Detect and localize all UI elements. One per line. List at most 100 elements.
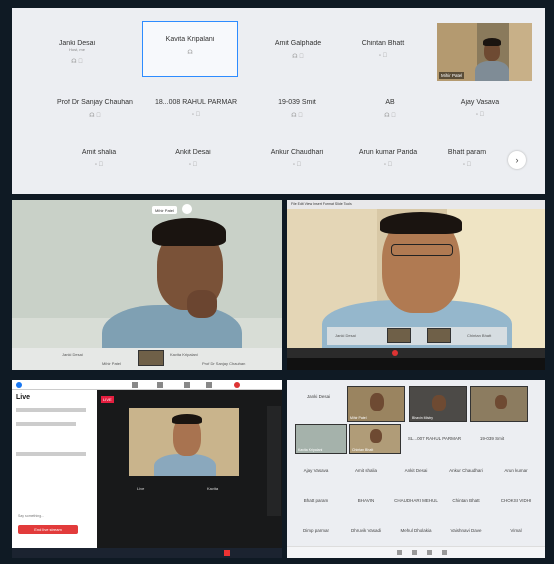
gallery-view: Janki Desai Host, me ☊ ⃠ Kavita Kripalan… [12,8,545,194]
participant-video-tile[interactable]: Mihir Patel [347,386,405,422]
mic-muted-icon: ☊ ⃠ [291,113,303,119]
menu-text: File Edit View Insert Format Slide Tools [291,202,352,206]
camera-icon[interactable] [412,550,417,555]
mic-muted-icon: ☊ ⃠ [384,113,396,119]
participant-tile[interactable]: Janki Desai [291,388,346,420]
video-name-label: Mihir Patel [350,416,367,420]
participant-name: Ankit Desai [404,468,428,473]
video-name-label: Mihir Patel [439,72,465,79]
notification-icon[interactable] [234,382,240,388]
mic-muted-icon: ▫ ⃠ [462,162,472,168]
participant-tile-active[interactable]: Kavita Kripalani ☊ [142,21,238,77]
groups-icon[interactable] [184,382,190,388]
menu-bar[interactable]: File Edit View Insert Format Slide Tools [287,200,545,209]
watch-icon[interactable] [157,382,163,388]
menu-icon[interactable] [206,382,212,388]
participant-name: Amit shalia [354,468,377,473]
live-heading: Live [16,394,31,401]
participant-tile[interactable]: 18...008 RAHUL PARMAR ▫ ⃠ [146,85,246,135]
participant-name: Ajay Vasava [303,468,329,473]
participant-tile[interactable]: Janki Desai Host, me ☊ ⃠ [30,26,124,76]
participant-name: Ankur Chaudhari [449,468,483,473]
mic-muted-icon: ▫ ⃠ [188,162,198,168]
participant-video-tile[interactable]: Bhavin Mistry [409,386,467,422]
participant-name: Bhatt param [303,498,329,503]
participant-name: Chintan Bhatt [361,40,405,47]
mic-muted-icon: ▫ ⃠ [292,162,302,168]
participant-tile[interactable]: Amit Galphade ☊ ⃠ [251,26,345,76]
taskbar [287,348,545,358]
meeting-toolbar [287,546,545,558]
mic-icon: ☊ [187,50,193,56]
participant-video-tile[interactable]: Mihir Patel [437,23,532,81]
participant-name: CHOKSI VIDHI [500,498,532,503]
close-icon[interactable] [182,204,192,214]
stream-stat-left: Live [137,486,145,491]
taskbar [12,548,282,558]
left-sidebar: Live End live stream Say something... [12,390,97,550]
participant-tile[interactable]: Bhatt param ▫ ⃠ [420,135,514,185]
participant-name: Kavita Kripalani [165,36,215,43]
live-badge: LIVE [101,396,114,403]
logo-icon [16,382,22,388]
participant-name: Chintan Bhatt [452,498,480,503]
participant-name: Dimp parmar [302,528,329,533]
mic-muted-icon: ▫ ⃠ [94,162,104,168]
thumb-name: Kavita Kripalani [170,352,198,357]
end-live-button[interactable]: End live stream [18,525,78,534]
thumb-name: Chintan Bhatt [467,333,492,338]
mic-icon[interactable] [397,550,402,555]
comments-pane [267,406,281,516]
video-name-label: Bhavin Mistry [412,416,434,420]
top-nav [12,380,282,390]
stream-video[interactable] [129,408,239,476]
participant-tile[interactable]: Ajay Vasava ▫ ⃠ [433,85,527,135]
participant-name: Mehul Dholakia [400,528,432,533]
top-name-badge: Mihir Patel [152,206,177,214]
stream-preview: LIVE Live Kavita [97,390,282,550]
participant-name: SL...007 RAHUL PARMAR [407,436,462,441]
participant-tile[interactable]: Amit shalia ▫ ⃠ [52,135,146,185]
share-icon[interactable] [427,550,432,555]
mic-muted-icon: ☊ ⃠ [292,54,304,60]
participant-tile[interactable]: Chintan Bhatt ▫ ⃠ [336,26,430,76]
participant-name: Dhruvik Vasadi [351,528,381,533]
participant-name: Ajay Vasava [460,99,500,106]
thumbnail-strip: Janki Desai Mihir Patel Kavita Kripalani… [12,348,282,370]
thumb-video[interactable] [138,350,164,366]
mic-muted-icon: ☊ ⃠ [89,113,101,119]
participant-name: Vaishnavi Dave [450,528,482,533]
participant-tile[interactable]: AB ☊ ⃠ [343,85,437,135]
participant-video-tile[interactable] [470,386,528,422]
participant-strip: Janki Desai Chintan Bhatt [327,327,507,345]
participant-role: Host, me [68,47,85,52]
participant-video-tile[interactable]: Chintan Bhatt [349,424,401,454]
gallery-view-2: Janki Desai Mihir Patel Bhavin Mistry Ka… [287,380,545,558]
participant-name: 18...008 RAHUL PARMAR [154,99,238,106]
participant-name: Prof Dr Sanjay Chauhan [57,99,133,106]
participant-name: CHAUDHARI MEHUL [394,498,438,503]
next-page-button[interactable]: › [508,151,526,169]
record-icon[interactable] [392,350,398,356]
chat-input[interactable]: Say something... [18,514,44,518]
participant-name: BHAVIN [357,498,375,503]
thumb-name: Janki Desai [335,333,356,338]
participants-icon[interactable] [442,550,447,555]
home-icon[interactable] [132,382,138,388]
participant-name: Ankit Desai [175,149,211,156]
thumb-video[interactable] [427,328,451,343]
participant-tile[interactable]: 19-039 Smit ☊ ⃠ [250,85,344,135]
thumb-video[interactable] [387,328,411,343]
participant-tile[interactable]: Ankit Desai ▫ ⃠ [146,135,240,185]
speaker-name: Mihir Patel [155,208,174,213]
participant-name: 19-039 Smit [278,99,316,106]
video-name-label: Kavita Kripalani [298,448,323,452]
participant-tile[interactable]: Prof Dr Sanjay Chauhan ☊ ⃠ [40,85,150,135]
mic-muted-icon: ▫ ⃠ [378,53,388,59]
participant-name: Amit Galphade [274,40,322,47]
app-icon[interactable] [224,550,230,556]
participant-video-tile[interactable]: Kavita Kripalani [295,424,347,454]
mic-muted-icon: ▫ ⃠ [475,112,485,118]
participant-tile[interactable]: Ankur Chaudhari ▫ ⃠ [250,135,344,185]
stream-stat-right: Kavita [207,486,219,491]
